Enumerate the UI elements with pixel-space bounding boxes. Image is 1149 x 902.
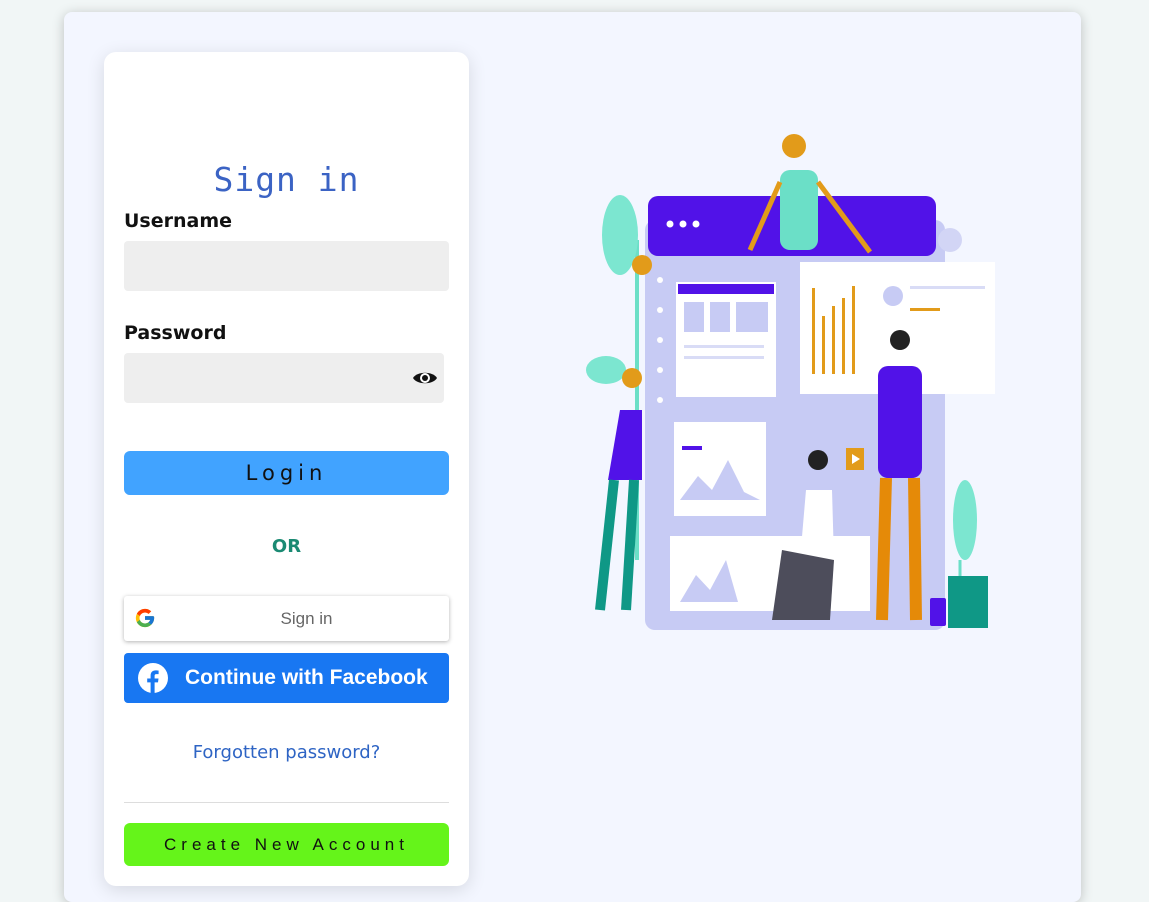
team-dashboard-illustration: [586, 134, 995, 630]
sign-in-title: Sign in: [213, 160, 360, 199]
username-input[interactable]: [124, 241, 449, 291]
password-label: Password: [124, 322, 227, 344]
sign-in-card: Sign in Username Password Login OR Sign …: [104, 52, 469, 886]
facebook-logo-icon: [138, 663, 168, 693]
forgot-password-link[interactable]: Forgotten password?: [104, 742, 469, 763]
google-button-label: Sign in: [280, 609, 333, 628]
username-label: Username: [124, 210, 233, 232]
divider: [124, 802, 449, 803]
facebook-button-label: Continue with Facebook: [185, 666, 428, 689]
password-input[interactable]: [124, 353, 444, 403]
login-button[interactable]: Login: [124, 451, 449, 495]
facebook-login-button[interactable]: Continue with Facebook: [124, 653, 449, 703]
create-account-button[interactable]: Create New Account: [124, 823, 449, 866]
eye-icon[interactable]: [412, 368, 438, 388]
or-divider-text: OR: [271, 536, 302, 557]
google-sign-in-button[interactable]: Sign in: [124, 596, 449, 641]
